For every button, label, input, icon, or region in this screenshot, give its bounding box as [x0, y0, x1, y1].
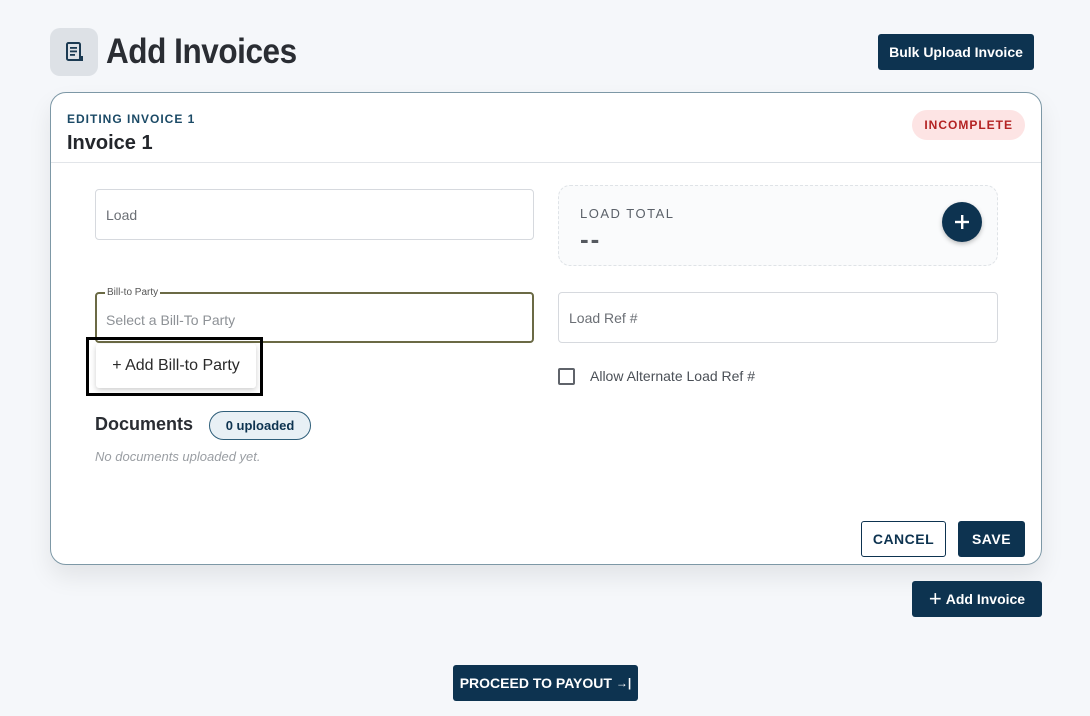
arrow-right-to-bar-icon: →| [615, 676, 632, 690]
documents-title: Documents [95, 414, 194, 434]
load-ref-field[interactable]: Load Ref # [558, 292, 998, 343]
proceed-to-payout-button[interactable]: PROCEED TO PAYOUT →| [453, 665, 638, 701]
invoice-card-header: EDITING INVOICE 1 Invoice 1 INCOMPLETE [51, 93, 1041, 163]
allow-alternate-load-ref-checkbox[interactable] [558, 368, 575, 385]
invoice-title: Invoice 1 [67, 132, 153, 154]
bill-to-party-field[interactable]: Bill-to Party [95, 287, 534, 343]
bulk-upload-invoice-button[interactable]: Bulk Upload Invoice [878, 34, 1034, 70]
documents-empty-text: No documents uploaded yet. [95, 449, 261, 464]
add-load-total-button[interactable] [942, 202, 982, 242]
add-bill-to-party-option[interactable]: + Add Bill-to Party [96, 344, 256, 388]
load-placeholder: Load [106, 206, 138, 223]
bill-to-party-label: Bill-to Party [105, 287, 161, 299]
load-total-label: LOAD TOTAL [580, 206, 675, 221]
invoice-document-icon [50, 28, 98, 76]
save-button[interactable]: SAVE [958, 521, 1025, 557]
status-badge: INCOMPLETE [912, 110, 1025, 140]
add-invoice-button[interactable]: + Add Invoice [912, 581, 1042, 617]
editing-invoice-label: EDITING INVOICE 1 [67, 112, 196, 126]
load-total-panel: LOAD TOTAL -- [558, 185, 998, 266]
cancel-button[interactable]: CANCEL [861, 521, 946, 557]
load-ref-placeholder: Load Ref # [569, 309, 638, 326]
invoice-card: EDITING INVOICE 1 Invoice 1 INCOMPLETE L… [50, 92, 1042, 565]
page-title: Add Invoices [106, 32, 297, 71]
documents-count-badge: 0 uploaded [209, 411, 311, 440]
proceed-label: PROCEED TO PAYOUT [459, 675, 612, 691]
plus-icon: + [928, 586, 942, 611]
allow-alternate-load-ref-label: Allow Alternate Load Ref # [590, 368, 755, 384]
add-invoice-label: Add Invoice [945, 591, 1026, 607]
load-field[interactable]: Load [95, 189, 534, 240]
load-total-value: -- [580, 224, 602, 254]
plus-icon [955, 215, 969, 229]
bill-to-party-input[interactable] [106, 312, 526, 328]
